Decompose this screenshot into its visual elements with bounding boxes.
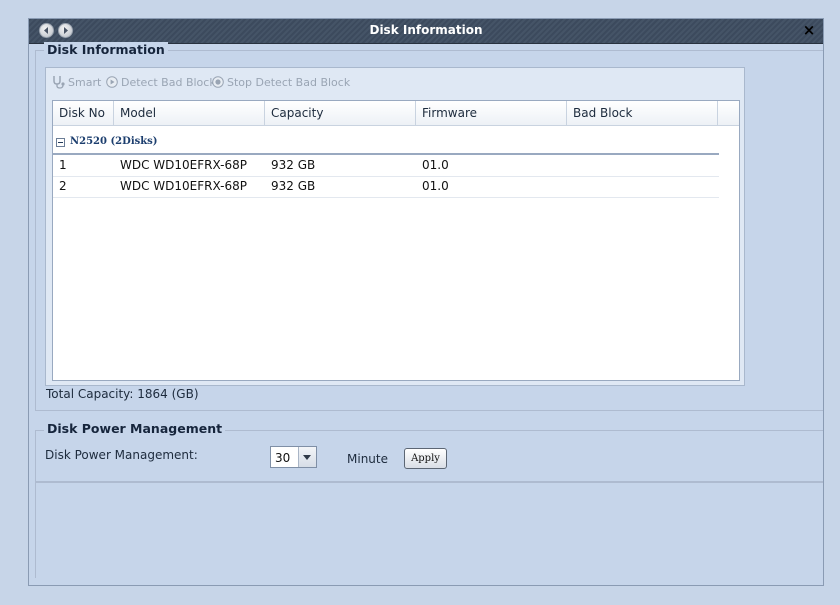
- detect-bad-block-label: Detect Bad Block: [121, 75, 216, 89]
- column-header-firmware[interactable]: Firmware: [416, 101, 567, 125]
- column-header-capacity[interactable]: Capacity: [265, 101, 416, 125]
- table-row[interactable]: 2 WDC WD10EFRX-68P 932 GB 01.0: [53, 176, 719, 198]
- disk-info-panel: Smart Detect Bad Block Stop Detect Bad B…: [45, 67, 745, 386]
- total-capacity: Total Capacity: 1864 (GB): [46, 387, 199, 401]
- group-label: N2520 (2Disks): [70, 136, 158, 147]
- title-bar: Disk Information ×: [29, 19, 823, 44]
- disk-information-window: Disk Information × Disk Information Smar…: [28, 18, 824, 586]
- close-button[interactable]: ×: [802, 22, 816, 38]
- stop-detect-bad-block-button[interactable]: Stop Detect Bad Block: [212, 74, 350, 90]
- cell-capacity: 932 GB: [271, 158, 316, 172]
- column-header-disk-no[interactable]: Disk No: [53, 101, 114, 125]
- cell-firmware: 01.0: [422, 179, 449, 193]
- stop-icon: [212, 76, 224, 88]
- detect-bad-block-button[interactable]: Detect Bad Block: [106, 74, 216, 90]
- cell-model: WDC WD10EFRX-68P: [120, 158, 247, 172]
- chevron-down-icon[interactable]: [298, 447, 316, 467]
- minute-unit-label: Minute: [347, 452, 388, 466]
- column-header-model[interactable]: Model: [114, 101, 265, 125]
- power-minutes-value: 30: [275, 451, 291, 465]
- smart-label: Smart: [68, 75, 102, 89]
- empty-area: [35, 482, 823, 578]
- group-row-n2520[interactable]: N2520 (2Disks): [53, 133, 719, 155]
- power-minutes-select[interactable]: 30: [270, 446, 317, 468]
- smart-button[interactable]: Smart: [51, 74, 101, 90]
- column-header-bad-block[interactable]: Bad Block: [567, 101, 718, 125]
- table-row[interactable]: 1 WDC WD10EFRX-68P 932 GB 01.0: [53, 155, 719, 177]
- power-management-label: Disk Power Management:: [45, 448, 198, 462]
- cell-capacity: 932 GB: [271, 179, 316, 193]
- cell-disk-no: 2: [59, 179, 67, 193]
- collapse-icon[interactable]: [56, 138, 65, 147]
- grid-header: Disk No Model Capacity Firmware Bad Bloc…: [53, 101, 739, 126]
- disk-info-legend: Disk Information: [44, 42, 168, 57]
- stop-detect-bad-block-label: Stop Detect Bad Block: [227, 75, 351, 89]
- cell-disk-no: 1: [59, 158, 67, 172]
- play-icon: [106, 76, 118, 88]
- stethoscope-icon: [53, 76, 65, 89]
- apply-button[interactable]: Apply: [404, 448, 447, 469]
- power-management-legend: Disk Power Management: [44, 421, 226, 436]
- cell-model: WDC WD10EFRX-68P: [120, 179, 247, 193]
- disk-grid: Disk No Model Capacity Firmware Bad Bloc…: [52, 100, 740, 381]
- cell-firmware: 01.0: [422, 158, 449, 172]
- window-title: Disk Information: [369, 23, 483, 37]
